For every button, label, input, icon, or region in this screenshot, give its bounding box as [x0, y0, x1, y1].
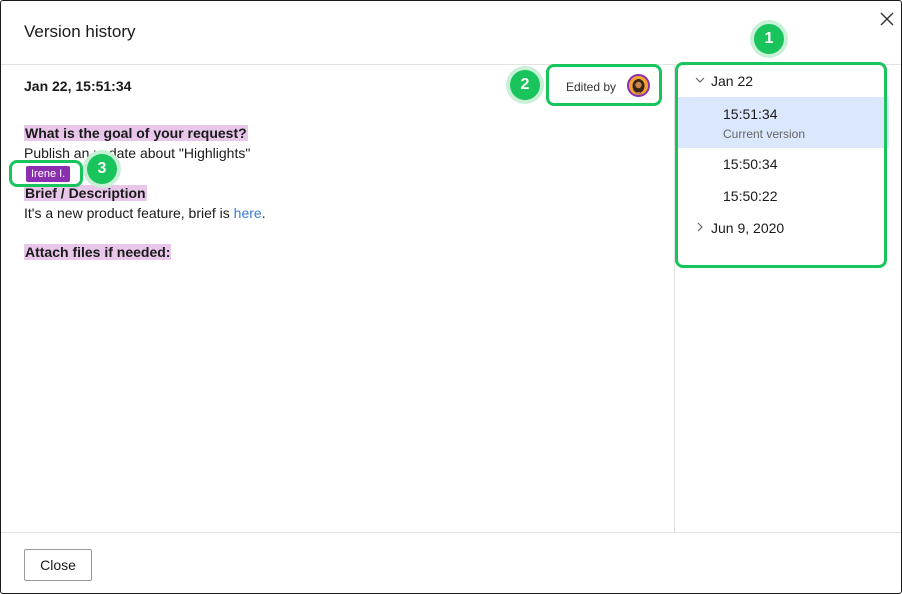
- collaborator-cursor-tag: Irene I.: [26, 166, 71, 182]
- close-icon[interactable]: [875, 7, 899, 31]
- version-time: 15:50:22: [723, 188, 778, 204]
- annotation-badge-1: 1: [754, 24, 784, 54]
- version-group-jun-9-2020[interactable]: Jun 9, 2020: [675, 214, 902, 242]
- document-preview: Jan 22, 15:51:34 Edited by What is the g…: [1, 65, 674, 532]
- version-list: Jan 22 15:51:34 Current version 15:50:34…: [674, 65, 902, 532]
- version-item[interactable]: 15:50:22: [675, 181, 889, 211]
- chevron-down-icon: [695, 77, 705, 83]
- current-version-label: Current version: [723, 127, 806, 141]
- answer-goal: Publish an update about "Highlights": [24, 145, 251, 161]
- group-label: Jun 9, 2020: [711, 220, 785, 236]
- version-time: 15:51:34: [723, 106, 778, 122]
- chevron-right-icon: [697, 222, 703, 232]
- version-item-current[interactable]: 15:51:34 Current version: [675, 97, 889, 148]
- version-group-jan-22[interactable]: Jan 22: [675, 67, 902, 95]
- version-history-dialog: Version history Jan 22, 15:51:34 Edited …: [0, 0, 902, 594]
- user-avatar[interactable]: [627, 74, 650, 97]
- edited-by: Edited by: [549, 67, 661, 107]
- version-time: 15:50:34: [723, 156, 778, 172]
- version-timestamp: Jan 22, 15:51:34: [24, 78, 132, 94]
- question-goal: What is the goal of your request?: [24, 125, 248, 141]
- close-button[interactable]: Close: [24, 549, 92, 581]
- annotation-badge-2: 2: [510, 70, 540, 100]
- version-item[interactable]: 15:50:34: [675, 149, 889, 179]
- annotation-badge-3: 3: [87, 154, 117, 184]
- brief-link[interactable]: here: [234, 205, 262, 221]
- dialog-title: Version history: [24, 22, 136, 41]
- edited-by-label: Edited by: [566, 80, 617, 94]
- question-brief: Brief / Description: [24, 185, 147, 201]
- group-label: Jan 22: [711, 73, 754, 89]
- question-attach: Attach files if needed:: [24, 244, 172, 260]
- answer-brief: It's a new product feature, brief is her…: [24, 205, 266, 221]
- dialog-footer: Close: [1, 532, 901, 594]
